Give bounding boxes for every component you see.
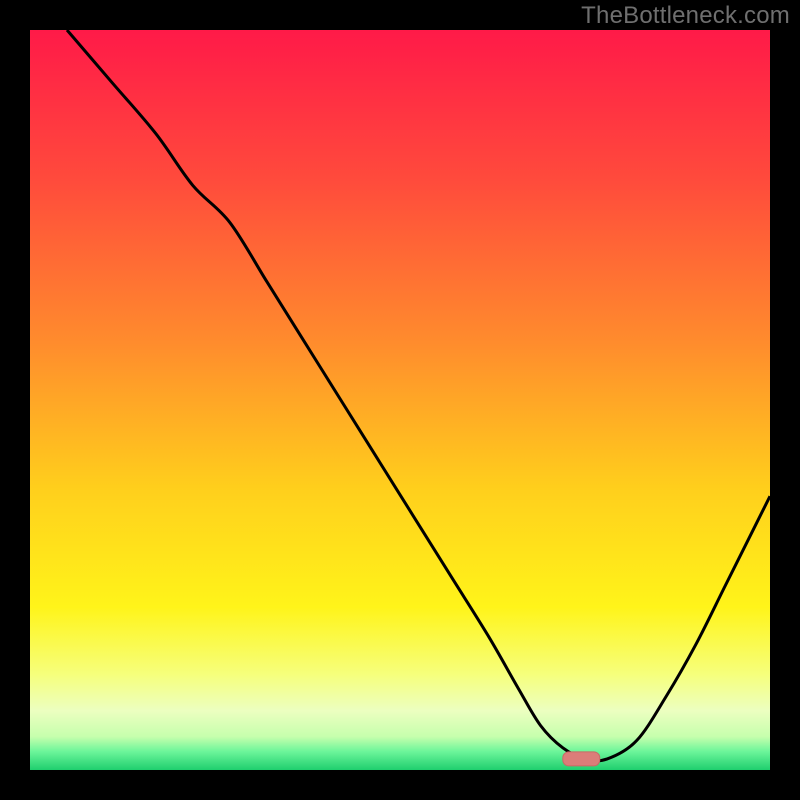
gradient-background xyxy=(30,30,770,770)
plot-area xyxy=(30,30,770,770)
chart-frame: TheBottleneck.com xyxy=(0,0,800,800)
plot-svg xyxy=(30,30,770,770)
optimum-marker xyxy=(563,752,600,766)
watermark-text: TheBottleneck.com xyxy=(581,2,790,30)
